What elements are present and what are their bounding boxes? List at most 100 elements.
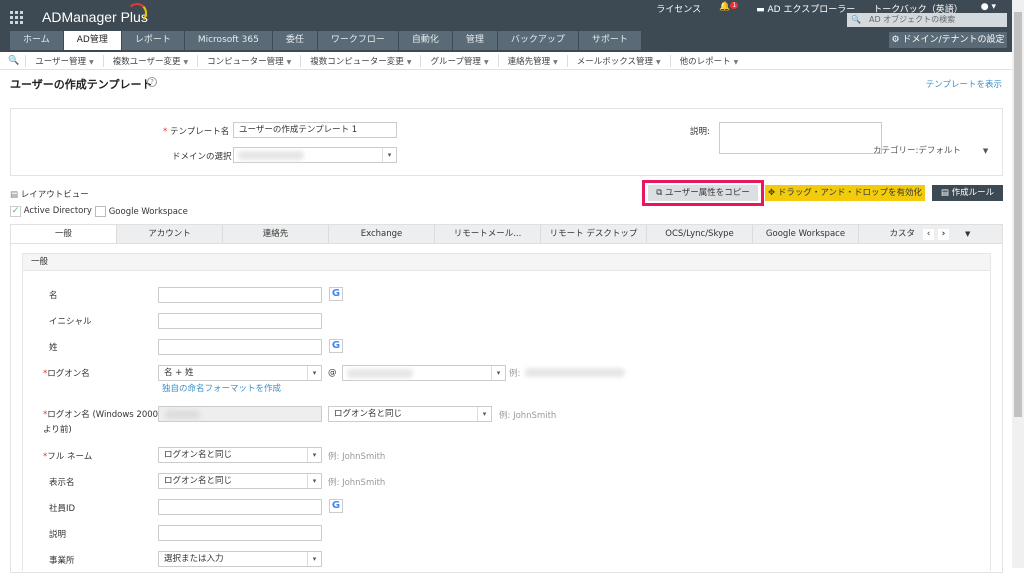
- nav-other-reports[interactable]: 他のレポート ▼: [669, 54, 748, 67]
- chevron-down-icon: ▾: [382, 148, 396, 162]
- search-icon: 🔍: [851, 15, 861, 24]
- domain-settings-button[interactable]: ⚙ ドメイン/テナントの設定: [889, 32, 1007, 48]
- logon-format-select[interactable]: 名 + 姓 ▾: [158, 365, 322, 381]
- nav-contact-management[interactable]: 連絡先管理 ▼: [497, 54, 567, 67]
- gear-icon: ⚙: [891, 35, 903, 45]
- template-name-label: * テンプレート名: [163, 127, 230, 137]
- initials-label: イニシャル: [49, 317, 92, 327]
- google-icon[interactable]: G: [329, 287, 343, 301]
- description-textarea[interactable]: [719, 122, 882, 154]
- scrollbar-thumb[interactable]: [1014, 12, 1022, 417]
- full-name-label: *フル ネーム: [43, 452, 93, 462]
- domain-label: ドメインの選択: [172, 152, 232, 162]
- upn-suffix-select[interactable]: ▾: [342, 365, 506, 381]
- nav-search-icon[interactable]: 🔍: [8, 56, 19, 66]
- nav-bulk-user-modify[interactable]: 複数ユーザー変更 ▼: [102, 54, 197, 67]
- google-icon[interactable]: G: [329, 499, 343, 513]
- copy-user-attributes-button[interactable]: ⧉ ユーザー属性をコピー: [648, 185, 758, 201]
- office-combobox[interactable]: 選択または入力 ▾: [158, 551, 322, 567]
- display-name-example: 例: JohnSmith: [328, 478, 386, 488]
- move-icon: ✥: [768, 188, 778, 198]
- nav-bulk-computer-modify[interactable]: 複数コンピューター変更 ▼: [300, 54, 420, 67]
- help-icon[interactable]: ?: [147, 77, 157, 87]
- tab-contact[interactable]: 連絡先: [223, 225, 329, 243]
- chevron-down-icon: ▾: [307, 448, 321, 462]
- page-title: ユーザーの作成テンプレート: [10, 78, 153, 91]
- category-select[interactable]: カテゴリー:デフォルト ▼: [873, 144, 988, 156]
- last-name-input[interactable]: [158, 339, 322, 355]
- main-tabs: ホーム AD管理 レポート Microsoft 365 委任 ワークフロー 自動…: [10, 31, 642, 50]
- initials-input[interactable]: [158, 313, 322, 329]
- tab-home[interactable]: ホーム: [10, 31, 63, 50]
- nav-group-management[interactable]: グループ管理 ▼: [420, 54, 497, 67]
- nav-user-management[interactable]: ユーザー管理 ▼: [25, 54, 102, 67]
- layout-view-toggle[interactable]: ▤ レイアウトビュー: [10, 188, 89, 200]
- tab-ad-management[interactable]: AD管理: [63, 31, 121, 50]
- notification-badge: 1: [730, 2, 739, 9]
- google-icon[interactable]: G: [329, 339, 343, 353]
- layout-icon: ▤: [10, 190, 21, 200]
- checkmark-icon: ✓: [10, 206, 21, 217]
- tab-remote-mail[interactable]: リモートメール...: [435, 225, 541, 243]
- logon-pre2000-input: [158, 406, 322, 422]
- description-field-label: 説明: [49, 530, 67, 540]
- display-name-label: 表示名: [49, 478, 75, 488]
- bell-icon: 🔔: [719, 2, 731, 12]
- section-header: 一般: [22, 253, 991, 271]
- sub-nav: 🔍 ユーザー管理 ▼ 複数ユーザー変更 ▼ コンピューター管理 ▼ 複数コンピューター…: [0, 52, 1012, 70]
- top-bar: ADManager Plus ライセンス 🔔 1 ▬ AD エクスプローラー トー…: [0, 0, 1012, 52]
- ad-explorer-link[interactable]: ▬ AD エクスプローラー: [756, 2, 855, 15]
- tab-custom[interactable]: カスタ: [859, 225, 919, 243]
- tab-workflow[interactable]: ワークフロー: [317, 31, 398, 50]
- chevron-down-icon: ▾: [307, 474, 321, 488]
- template-name-input[interactable]: ユーザーの作成テンプレート 1: [233, 122, 397, 138]
- last-name-label: 姓: [49, 343, 58, 353]
- tab-general[interactable]: 一般: [11, 225, 117, 243]
- license-link[interactable]: ライセンス: [656, 2, 701, 15]
- app-grid-icon[interactable]: [10, 11, 23, 24]
- description-input[interactable]: [158, 525, 322, 541]
- ad-explorer-label: AD エクスプローラー: [767, 5, 856, 15]
- nav-computer-management[interactable]: コンピューター管理 ▼: [197, 54, 300, 67]
- tab-exchange[interactable]: Exchange: [329, 225, 435, 243]
- custom-naming-format-link[interactable]: 独自の命名フォーマットを作成: [162, 382, 281, 394]
- tab-account[interactable]: アカウント: [117, 225, 223, 243]
- show-templates-link[interactable]: テンプレートを表示: [926, 78, 1002, 90]
- google-workspace-checkbox[interactable]: Google Workspace: [95, 206, 188, 217]
- tab-delegation[interactable]: 委任: [272, 31, 317, 50]
- chevron-left-icon[interactable]: ‹: [923, 228, 934, 240]
- more-tabs-icon[interactable]: ▼: [965, 230, 970, 238]
- tab-backup[interactable]: バックアップ: [497, 31, 578, 50]
- nav-mailbox-management[interactable]: メールボックス管理 ▼: [566, 54, 670, 67]
- chevron-down-icon: ▾: [491, 366, 505, 380]
- ad-object-search[interactable]: 🔍 AD オブジェクトの検索: [847, 13, 1007, 27]
- active-directory-checkbox[interactable]: ✓ Active Directory: [10, 206, 92, 217]
- chevron-down-icon: ▾: [307, 552, 321, 566]
- display-name-select[interactable]: ログオン名と同じ ▾: [158, 473, 322, 489]
- logon-pre2000-select[interactable]: ログオン名と同じ ▾: [328, 406, 492, 422]
- chevron-right-icon[interactable]: ›: [938, 228, 949, 240]
- notification-bell[interactable]: 🔔 1: [719, 2, 739, 15]
- domain-settings-label: ドメイン/テナントの設定: [902, 35, 1005, 45]
- employee-id-label: 社員ID: [49, 504, 76, 514]
- tab-remote-desktop[interactable]: リモート デスクトップ: [541, 225, 647, 243]
- domain-select[interactable]: ▾: [233, 147, 397, 163]
- logo-arc-icon: [127, 3, 147, 23]
- tab-microsoft365[interactable]: Microsoft 365: [184, 31, 272, 50]
- tab-reports[interactable]: レポート: [121, 31, 184, 50]
- description-label: 説明:: [690, 127, 710, 137]
- chevron-down-icon: ▾: [307, 366, 321, 380]
- enable-drag-drop-button[interactable]: ✥ ドラッグ・アンド・ドロップを有効化: [765, 185, 925, 201]
- tab-ocs-lync-skype[interactable]: OCS/Lync/Skype: [647, 225, 753, 243]
- tab-admin[interactable]: 管理: [452, 31, 497, 50]
- full-name-select[interactable]: ログオン名と同じ ▾: [158, 447, 322, 463]
- page-scrollbar[interactable]: [1012, 0, 1024, 568]
- creation-rule-button[interactable]: ▤ 作成ルール: [932, 185, 1003, 201]
- employee-id-input[interactable]: [158, 499, 322, 515]
- tab-automation[interactable]: 自動化: [398, 31, 452, 50]
- document-icon: ▤: [940, 188, 952, 198]
- tab-google-workspace[interactable]: Google Workspace: [753, 225, 859, 243]
- first-name-input[interactable]: [158, 287, 322, 303]
- chevron-down-icon: ▾: [477, 407, 491, 421]
- tab-support[interactable]: サポート: [578, 31, 641, 50]
